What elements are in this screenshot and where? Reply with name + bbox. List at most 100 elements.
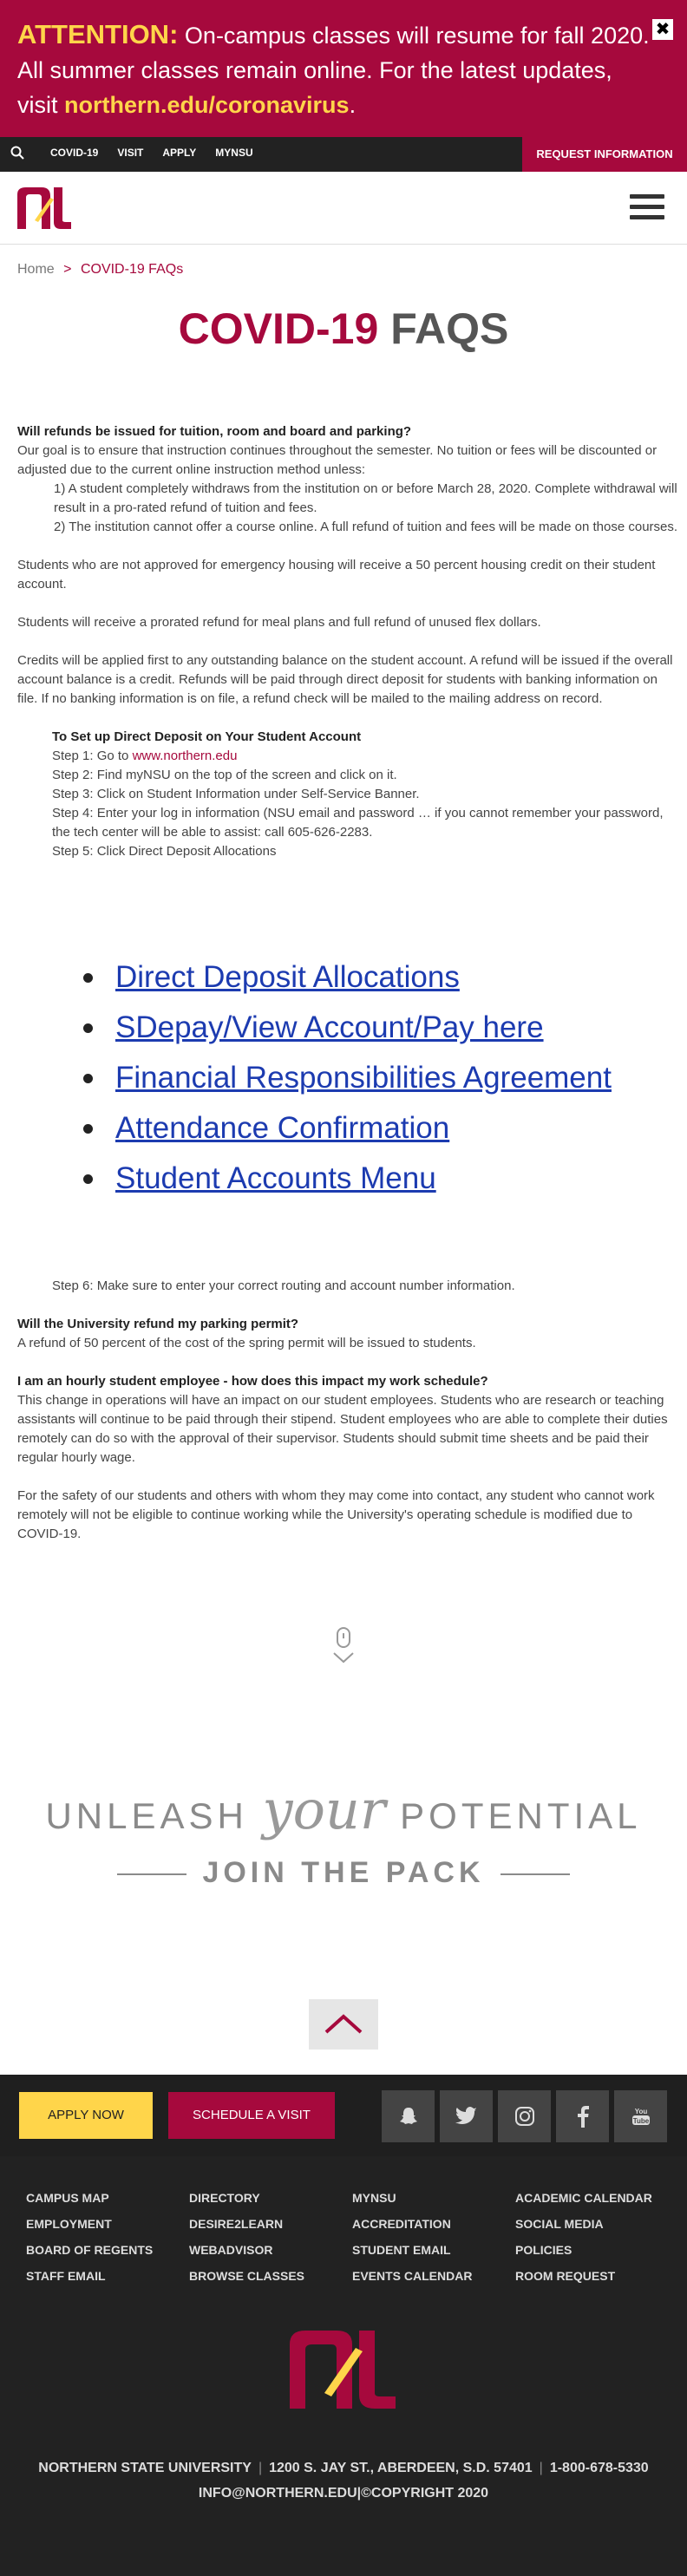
copyright: ©COPYRIGHT 2020	[361, 2486, 489, 2501]
breadcrumb-home[interactable]: Home	[17, 262, 55, 277]
faq-intro: Our goal is to ensure that instruction c…	[17, 443, 658, 477]
footer-link[interactable]: DESIRE2LEARN	[189, 2217, 352, 2231]
list-item: Attendance Confirmation	[83, 1103, 612, 1154]
tagline-join: JOIN THE PACK	[0, 1856, 687, 1890]
footer-link[interactable]: SOCIAL MEDIA	[515, 2217, 671, 2231]
schedule-visit-button[interactable]: SCHEDULE A VISIT	[168, 2092, 335, 2139]
footer-link[interactable]: EVENTS CALENDAR	[352, 2269, 515, 2283]
back-to-top-button[interactable]	[309, 1999, 378, 2050]
alert-text: ATTENTION: On-campus classes will resume…	[17, 17, 651, 122]
faq-content: Will refunds be issued for tuition, room…	[17, 422, 681, 861]
svg-text:You: You	[634, 2108, 647, 2115]
faq-answer-employee: This change in operations will have an i…	[17, 1393, 668, 1465]
footer-link[interactable]: ACCREDITATION	[352, 2217, 515, 2231]
nav-visit[interactable]: VISIT	[117, 147, 143, 159]
footer-link[interactable]: BROWSE CLASSES	[189, 2269, 352, 2283]
faq-content-continued: Step 6: Make sure to enter your correct …	[17, 1277, 681, 1544]
faq-question-parking: Will the University refund my parking pe…	[17, 1317, 299, 1331]
direct-deposit-title: To Set up Direct Deposit on Your Student…	[52, 729, 362, 744]
footer-email[interactable]: INFO@NORTHERN.EDU	[199, 2486, 357, 2501]
step-3: Step 3: Click on Student Information und…	[52, 787, 420, 801]
utility-bar: COVID-19 VISIT APPLY myNSU REQUEST INFOR…	[0, 137, 687, 172]
footer-nsu-logo[interactable]	[286, 2325, 399, 2412]
apply-now-button[interactable]: APPLY NOW	[19, 2092, 153, 2139]
faq-question-refunds: Will refunds be issued for tuition, room…	[17, 424, 412, 439]
university-name: NORTHERN STATE UNIVERSITY	[38, 2461, 252, 2475]
tagline-word-your: your	[262, 1778, 386, 1841]
close-alert-button[interactable]: ✖	[652, 19, 673, 40]
breadcrumb-separator: >	[63, 262, 72, 277]
step-5: Step 5: Click Direct Deposit Allocations	[52, 844, 277, 859]
footer-link[interactable]: EMPLOYMENT	[26, 2217, 189, 2231]
footer-link[interactable]: STUDENT EMAIL	[352, 2243, 515, 2257]
search-icon[interactable]	[10, 146, 24, 160]
twitter-icon[interactable]	[440, 2090, 493, 2142]
site-footer: CAMPUS MAP DIRECTORY MYNSU ACADEMIC CALE…	[0, 2156, 687, 2576]
northern-link[interactable]: www.northern.edu	[133, 749, 238, 763]
tagline-word-unleash: UNLEASH	[45, 1795, 248, 1836]
footer-link[interactable]: ROOM REQUEST	[515, 2269, 671, 2283]
nav-apply[interactable]: APPLY	[162, 147, 196, 159]
faq-question-employee: I am an hourly student employee - how do…	[17, 1374, 488, 1389]
footer-link[interactable]: BOARD OF REGENTS	[26, 2243, 189, 2257]
list-item: SDepay/View Account/Pay here	[83, 1003, 612, 1053]
nsu-logo[interactable]	[16, 186, 73, 231]
tagline-word-potential: POTENTIAL	[400, 1795, 642, 1836]
step-2: Step 2: Find myNSU on the top of the scr…	[52, 768, 397, 782]
step-4: Step 4: Enter your log in information (N…	[52, 806, 664, 840]
tagline-join-text: JOIN THE PACK	[202, 1856, 485, 1889]
request-information-button[interactable]: REQUEST INFORMATION	[522, 137, 687, 172]
step-1: Step 1: Go to www.northern.edu	[52, 749, 238, 763]
footer-link[interactable]: MYNSU	[352, 2191, 515, 2205]
footer-link[interactable]: DIRECTORY	[189, 2191, 352, 2205]
faq-housing-credit: Students who are not approved for emerge…	[17, 558, 656, 592]
link-direct-deposit[interactable]: Direct Deposit Allocations	[115, 960, 460, 995]
faq-answer-parking: A refund of 50 percent of the cost of th…	[17, 1336, 476, 1350]
hamburger-menu-icon[interactable]	[630, 194, 664, 220]
step-6: Step 6: Make sure to enter your correct …	[52, 1278, 515, 1293]
faq-answer-employee-2: For the safety of our students and other…	[17, 1488, 655, 1541]
faq-condition-2: 2) The institution cannot offer a course…	[54, 520, 678, 534]
site-header	[0, 172, 687, 245]
nav-mynsu[interactable]: myNSU	[215, 147, 252, 159]
tagline-unleash: UNLEASH your POTENTIAL	[0, 1778, 687, 1841]
footer-link[interactable]: WEBADVISOR	[189, 2243, 352, 2257]
list-item: Direct Deposit Allocations	[83, 952, 612, 1003]
footer-address: NORTHERN STATE UNIVERSITY | 1200 S. JAY ST…	[38, 2461, 649, 2475]
footer-link[interactable]: CAMPUS MAP	[26, 2191, 189, 2205]
phone-number[interactable]: 1-800-678-5330	[550, 2461, 649, 2475]
snapchat-icon[interactable]	[382, 2090, 435, 2142]
alert-link[interactable]: northern.edu/coronavirus	[64, 92, 350, 118]
faq-credits: Credits will be applied first to any out…	[17, 653, 673, 706]
instagram-icon[interactable]	[498, 2090, 551, 2142]
list-item: Student Accounts Menu	[83, 1154, 612, 1204]
nav-covid[interactable]: COVID-19	[50, 147, 98, 159]
breadcrumb: Home > COVID-19 FAQs	[17, 262, 183, 278]
faq-condition-1: 1) A student completely withdraws from t…	[54, 481, 677, 515]
title-part2: FAQS	[390, 304, 509, 353]
footer-cta: APPLY NOW SCHEDULE A VISIT You Tube	[0, 2075, 687, 2156]
facebook-icon[interactable]	[556, 2090, 609, 2142]
alert-period: .	[349, 92, 357, 118]
street-address: 1200 S. JAY ST., ABERDEEN, S.D. 57401	[269, 2461, 533, 2475]
alert-banner: ATTENTION: On-campus classes will resume…	[0, 0, 687, 137]
page-title: COVID-19 FAQS	[0, 304, 687, 354]
link-student-accounts[interactable]: Student Accounts Menu	[115, 1161, 436, 1196]
link-financial-agreement[interactable]: Financial Responsibilities Agreement	[115, 1061, 612, 1095]
footer-link[interactable]: POLICIES	[515, 2243, 671, 2257]
youtube-icon[interactable]: You Tube	[614, 2090, 667, 2142]
footer-links: CAMPUS MAP DIRECTORY MYNSU ACADEMIC CALE…	[26, 2191, 671, 2283]
scroll-down-icon[interactable]	[332, 1627, 355, 1665]
social-links: You Tube	[382, 2090, 667, 2142]
breadcrumb-current[interactable]: COVID-19 FAQs	[81, 262, 183, 277]
faq-meal-plans: Students will receive a prorated refund …	[17, 615, 541, 630]
list-item: Financial Responsibilities Agreement	[83, 1053, 612, 1103]
title-part1: COVID-19	[178, 304, 379, 353]
alert-label: ATTENTION:	[17, 19, 179, 49]
footer-link[interactable]: STAFF EMAIL	[26, 2269, 189, 2283]
svg-text:Tube: Tube	[632, 2117, 649, 2125]
link-attendance[interactable]: Attendance Confirmation	[115, 1111, 449, 1146]
footer-contact: INFO@NORTHERN.EDU|©COPYRIGHT 2020	[198, 2486, 489, 2501]
footer-link[interactable]: ACADEMIC CALENDAR	[515, 2191, 671, 2205]
link-sdepay[interactable]: SDepay/View Account/Pay here	[115, 1010, 544, 1045]
